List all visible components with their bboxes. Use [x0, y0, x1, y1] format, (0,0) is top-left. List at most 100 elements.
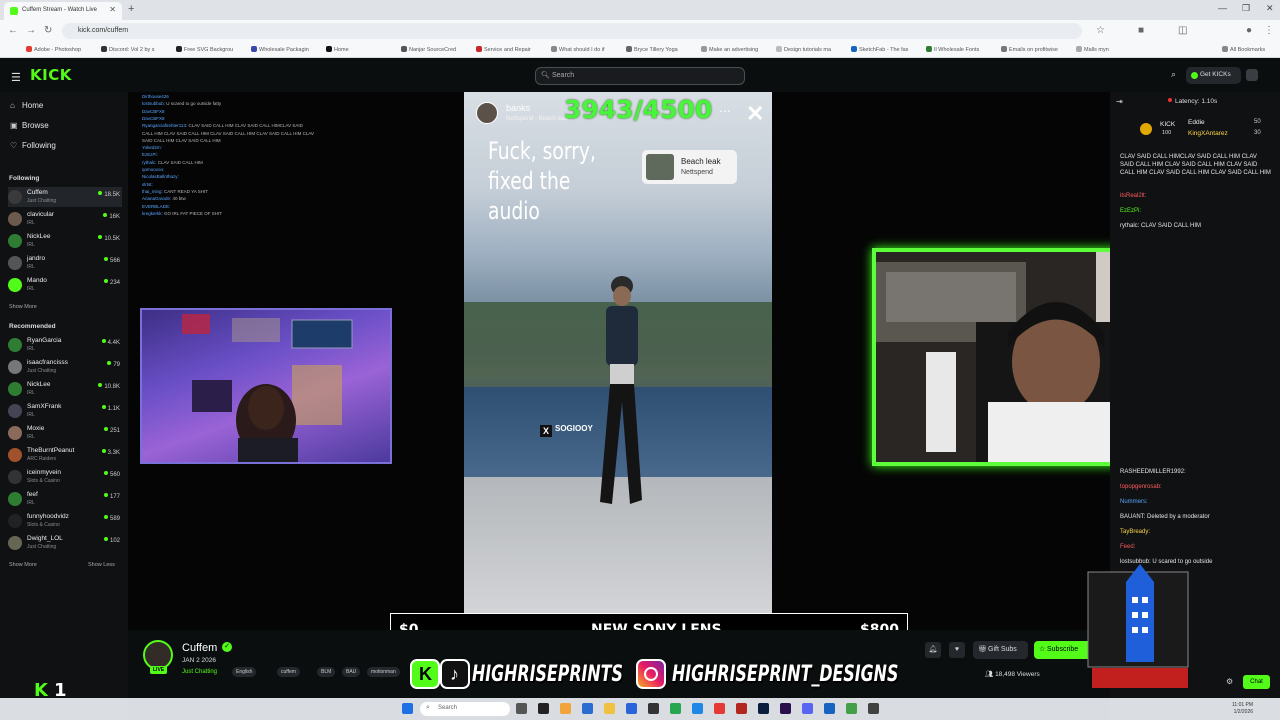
- bookmark-item[interactable]: Home: [326, 46, 349, 53]
- show-more-following[interactable]: Show More: [9, 304, 37, 310]
- follow-heart-button[interactable]: ♥: [949, 642, 965, 658]
- show-less-recommended[interactable]: Show Less: [88, 562, 115, 568]
- sidebar-channel[interactable]: Dwight_LOL Just Chatting 102: [8, 533, 122, 553]
- bookmark-item[interactable]: Discord: Vol 2 by s: [101, 46, 155, 53]
- sidebar-channel[interactable]: Mando IRL 234: [8, 275, 122, 295]
- taskbar-search[interactable]: ⌕ Search: [420, 702, 510, 716]
- acrobat-icon[interactable]: [736, 703, 747, 714]
- sidebar-channel[interactable]: NickLee IRL 10.8K: [8, 379, 122, 399]
- chat-username[interactable]: TayBready:: [1120, 529, 1150, 535]
- bookmark-item[interactable]: What should I do if: [551, 46, 605, 53]
- back-icon[interactable]: ←: [8, 25, 18, 36]
- bookmark-item[interactable]: Adobe - Photoshop: [26, 46, 81, 53]
- app-icon-8[interactable]: [868, 703, 879, 714]
- chat-username[interactable]: RASHEEDMILLER1992:: [1120, 469, 1186, 475]
- get-kicks-button[interactable]: Get KICKs: [1186, 67, 1241, 84]
- sidebar-channel[interactable]: feef IRL 177: [8, 489, 122, 509]
- show-more-recommended[interactable]: Show More: [9, 562, 37, 568]
- chat-username[interactable]: itsReal2lt:: [1120, 193, 1146, 199]
- chat-username[interactable]: rythalc:: [1120, 223, 1139, 229]
- notification-bell-button[interactable]: 🔔︎: [925, 642, 941, 658]
- star-icon[interactable]: ☆: [1096, 25, 1105, 36]
- steam-icon[interactable]: [648, 703, 659, 714]
- kick-logo[interactable]: KICK: [30, 66, 72, 84]
- photoshop-icon[interactable]: [758, 703, 769, 714]
- bookmark-item[interactable]: Malls myn: [1076, 46, 1109, 53]
- taskview-icon[interactable]: [516, 703, 527, 714]
- chat-settings-icon[interactable]: ⚙: [1226, 677, 1233, 686]
- app-icon-4[interactable]: [670, 703, 681, 714]
- maximize-icon[interactable]: ❐: [1242, 3, 1250, 14]
- sidebar-channel[interactable]: isaacfrancisss Just Chatting 79: [8, 357, 122, 377]
- extension-icon[interactable]: ■: [1138, 25, 1144, 36]
- search-small-icon[interactable]: ⌕: [1171, 69, 1176, 80]
- profile-avatar-icon[interactable]: ●: [1246, 25, 1252, 36]
- app-icon-7[interactable]: [846, 703, 857, 714]
- app-icon-6[interactable]: [824, 703, 835, 714]
- nav-browse[interactable]: ▣ Browse: [10, 121, 49, 130]
- app-icon-5[interactable]: [714, 703, 725, 714]
- stream-tag[interactable]: BLM: [317, 667, 336, 677]
- new-tab-icon[interactable]: +: [128, 3, 134, 15]
- chat-username[interactable]: BAUANT:: [1120, 514, 1145, 520]
- sidebar-channel[interactable]: RyanGarcia IRL 4.4K: [8, 335, 122, 355]
- chrome-icon[interactable]: [582, 703, 593, 714]
- minimize-icon[interactable]: —: [1218, 3, 1227, 13]
- video-player[interactable]: Dirthouse426 lostsubbub: U scared to go …: [128, 92, 1110, 630]
- sidebar-channel[interactable]: Cuffem Just Chatting 18.5K: [8, 187, 122, 207]
- sidebar-channel[interactable]: jandro IRL 566: [8, 253, 122, 273]
- stream-tag[interactable]: BAU: [342, 667, 361, 677]
- close-tab-icon[interactable]: ✕: [109, 5, 116, 14]
- stream-category[interactable]: Just Chatting: [182, 669, 217, 675]
- browser-tab[interactable]: Cuffem Stream - Watch Live ✕: [4, 2, 122, 20]
- sidebar-channel[interactable]: iceinmyvein Slots & Casino 560: [8, 467, 122, 487]
- bookmark-item[interactable]: Emails on profitwise: [1001, 46, 1058, 53]
- reload-icon[interactable]: ↻: [44, 25, 52, 36]
- bookmark-item[interactable]: Nanjar SourceCred: [401, 46, 456, 53]
- app-icon-3[interactable]: [626, 703, 637, 714]
- chat-username[interactable]: Feed:: [1120, 544, 1135, 550]
- file-explorer-icon[interactable]: [604, 703, 615, 714]
- gift-subs-button[interactable]: 🎁︎ Gift Subs: [973, 641, 1028, 659]
- bookmark-item[interactable]: Bryce Tillery Yoga: [626, 46, 678, 53]
- discord-icon[interactable]: [802, 703, 813, 714]
- stream-tag[interactable]: motionman: [367, 667, 400, 677]
- bookmark-item[interactable]: Design tutorials ma: [776, 46, 831, 53]
- after-effects-icon[interactable]: [780, 703, 791, 714]
- nav-following[interactable]: ♡ Following: [10, 141, 56, 150]
- collapse-chat-icon[interactable]: ⇥: [1116, 97, 1123, 106]
- chat-username[interactable]: Nummers:: [1120, 499, 1148, 505]
- bookmark-item[interactable]: Wholesale Packagin: [251, 46, 309, 53]
- chat-send-button[interactable]: Chat: [1243, 675, 1270, 689]
- search-input[interactable]: 🔍︎ Search: [535, 67, 745, 85]
- extensions-puzzle-icon[interactable]: ◫: [1178, 25, 1187, 36]
- sidebar-channel[interactable]: NickLee IRL 10.5K: [8, 231, 122, 251]
- stream-tag[interactable]: English: [232, 667, 257, 677]
- streamer-name[interactable]: Cuffem: [182, 642, 217, 654]
- nav-home[interactable]: ⌂ Home: [10, 101, 43, 110]
- hamburger-menu-icon[interactable]: ☰: [11, 71, 21, 84]
- chat-username[interactable]: topopgenrosab:: [1120, 484, 1162, 490]
- app-icon-1[interactable]: [538, 703, 549, 714]
- chat-username[interactable]: EzEzPi:: [1120, 208, 1141, 214]
- edge-icon[interactable]: [692, 703, 703, 714]
- url-field[interactable]: kick.com/cuffem: [62, 23, 1082, 39]
- forward-icon[interactable]: →: [26, 25, 36, 36]
- bookmark-item[interactable]: Service and Repair: [476, 46, 531, 53]
- sidebar-channel[interactable]: clavicular IRL 16K: [8, 209, 122, 229]
- bookmark-item[interactable]: Make an advertising: [701, 46, 758, 53]
- menu-dots-icon[interactable]: ⋮: [1264, 25, 1274, 36]
- sidebar-channel[interactable]: SamXFrank IRL 1.1K: [8, 401, 122, 421]
- bookmark-item[interactable]: SketchFab - The fas: [851, 46, 908, 53]
- user-avatar[interactable]: [1246, 69, 1258, 81]
- sidebar-channel[interactable]: TheBurntPeanut ARC Raiders 3.3K: [8, 445, 122, 465]
- bookmark-item[interactable]: Il Wholesale Fonts: [926, 46, 979, 53]
- start-menu-icon[interactable]: [402, 703, 413, 714]
- sidebar-channel[interactable]: funnyhoodvidz Slots & Casino 589: [8, 511, 122, 531]
- close-window-icon[interactable]: ✕: [1266, 3, 1274, 14]
- bookmark-item[interactable]: All Bookmarks: [1222, 46, 1265, 53]
- app-icon-2[interactable]: [560, 703, 571, 714]
- sidebar-channel[interactable]: Moxie IRL 251: [8, 423, 122, 443]
- bookmark-item[interactable]: Free SVG Backgrou: [176, 46, 233, 53]
- stream-tag[interactable]: cuffem: [277, 667, 300, 677]
